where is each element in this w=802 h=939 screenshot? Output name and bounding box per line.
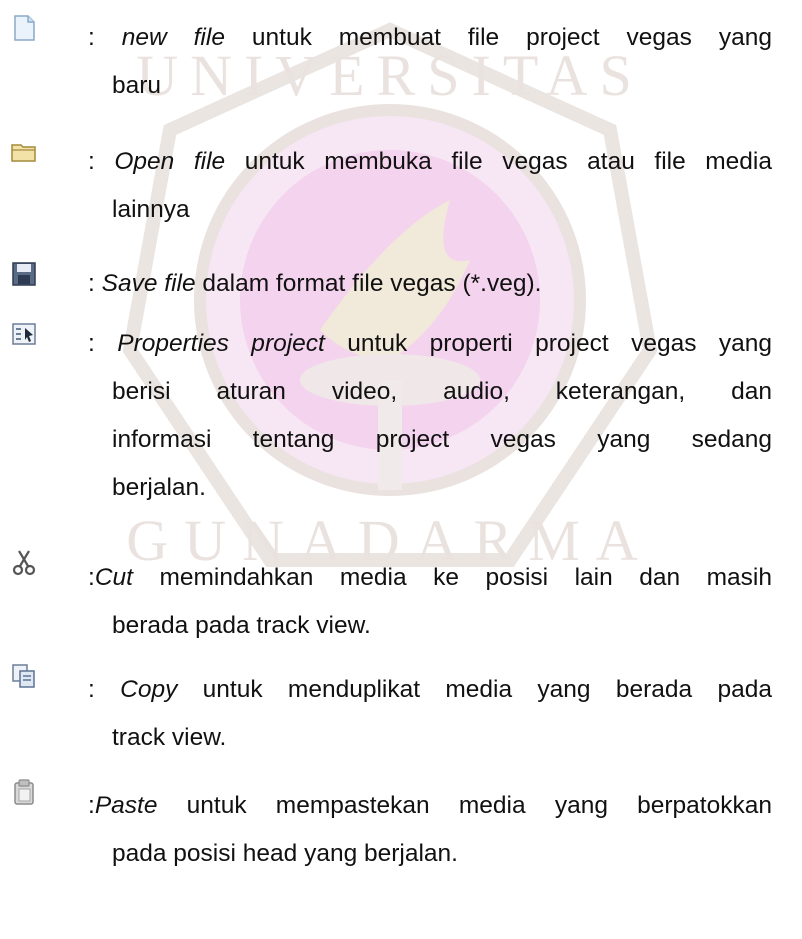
copy-icon	[12, 664, 35, 688]
save-disk-icon	[12, 262, 36, 286]
term-label: Paste	[94, 792, 158, 819]
scissors-icon	[12, 550, 36, 576]
term-label: Save file	[101, 270, 196, 297]
definition-text: :Paste untuk mempastekan media yang berp…	[88, 792, 772, 867]
properties-icon	[12, 323, 36, 345]
definition-text: :Cut memindahkan media ke posisi lain da…	[88, 564, 772, 639]
open-folder-icon	[11, 144, 36, 162]
toolbar-icon-definitions: : new file untuk membuat file project ve…	[0, 0, 802, 939]
definition-text: : Save file dalam format file vegas (*.v…	[88, 270, 542, 297]
term-label: Copy	[120, 676, 178, 703]
definition-text: : Open file untuk membuka file vegas ata…	[88, 148, 772, 223]
term-label: Open file	[114, 148, 226, 175]
definition-text: : new file untuk membuat file project ve…	[88, 24, 772, 99]
term-label: new file	[121, 24, 225, 51]
term-label: Properties project	[117, 330, 325, 357]
paste-clipboard-icon	[14, 779, 34, 805]
definition-text: : Properties project untuk properti proj…	[88, 330, 772, 501]
definition-text: : Copy untuk menduplikat media yang bera…	[88, 676, 772, 751]
term-label: Cut	[94, 564, 133, 591]
new-file-icon	[14, 15, 35, 41]
